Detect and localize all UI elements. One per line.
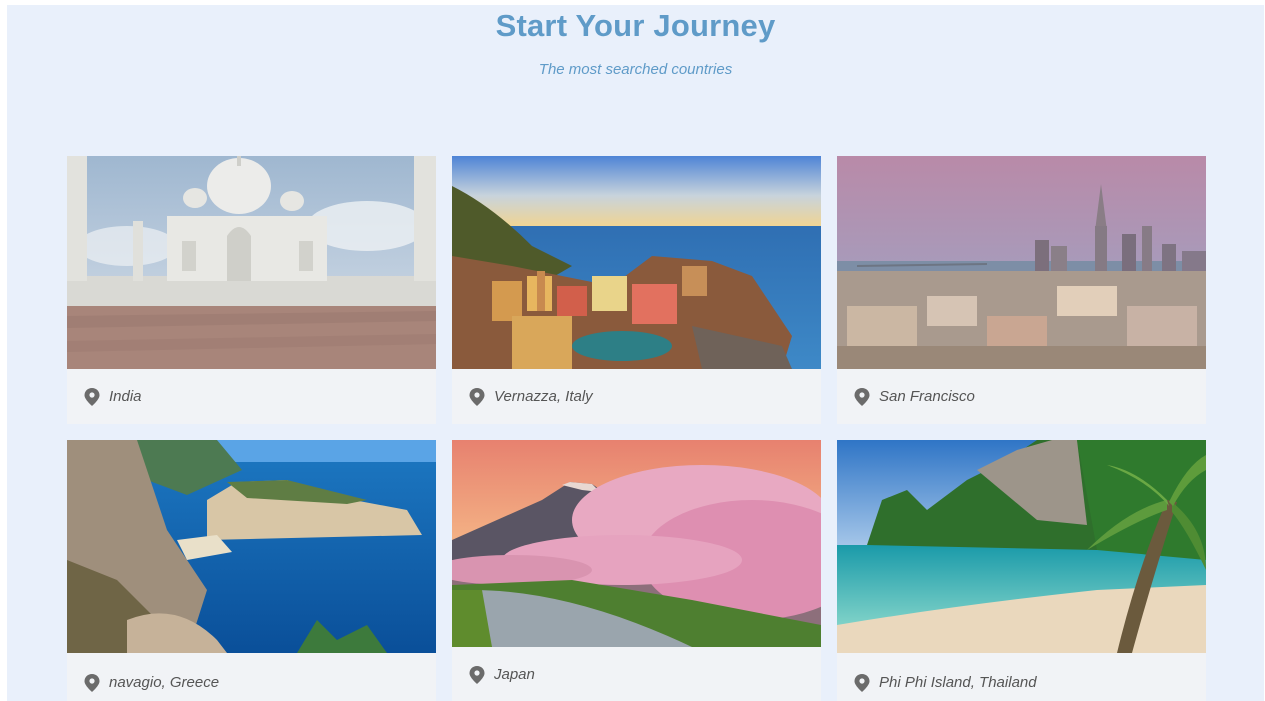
destination-name: India bbox=[109, 388, 142, 405]
location-pin-icon bbox=[84, 387, 100, 406]
destination-caption-greece: navagio, Greece bbox=[67, 653, 436, 701]
destination-card-japan[interactable]: Japan bbox=[452, 440, 821, 701]
page: Start Your Journey The most searched cou… bbox=[7, 5, 1264, 701]
destination-image-vernazza[interactable] bbox=[452, 156, 821, 369]
destination-image-thailand[interactable] bbox=[837, 440, 1206, 653]
destination-card-vernazza[interactable]: Vernazza, Italy bbox=[452, 156, 821, 424]
destination-image-india[interactable] bbox=[67, 156, 436, 369]
location-pin-icon bbox=[469, 666, 485, 684]
destination-image-japan[interactable] bbox=[452, 440, 821, 647]
destination-card-san-francisco[interactable]: San Francisco bbox=[837, 156, 1206, 424]
destination-card-greece[interactable]: navagio, Greece bbox=[67, 440, 436, 701]
destination-name: Vernazza, Italy bbox=[494, 388, 593, 405]
destination-card-thailand[interactable]: Phi Phi Island, Thailand bbox=[837, 440, 1206, 701]
destination-caption-san-francisco: San Francisco bbox=[837, 369, 1206, 424]
location-pin-icon bbox=[854, 674, 870, 692]
destination-caption-japan: Japan bbox=[452, 647, 821, 701]
page-title: Start Your Journey bbox=[495, 8, 776, 43]
location-pin-icon bbox=[854, 387, 870, 406]
location-pin-icon bbox=[84, 674, 100, 692]
destination-name: San Francisco bbox=[879, 388, 975, 405]
page-subtitle: The most searched countries bbox=[538, 61, 733, 78]
destination-caption-thailand: Phi Phi Island, Thailand bbox=[837, 653, 1206, 701]
destination-name: navagio, Greece bbox=[109, 674, 220, 691]
destination-image-san-francisco[interactable] bbox=[837, 156, 1206, 369]
destination-caption-india: India bbox=[67, 369, 436, 424]
destination-card-india[interactable]: India bbox=[67, 156, 436, 424]
destination-name: Phi Phi Island, Thailand bbox=[879, 674, 1037, 691]
destination-image-greece[interactable] bbox=[67, 440, 436, 653]
location-pin-icon bbox=[469, 387, 485, 406]
destination-caption-vernazza: Vernazza, Italy bbox=[452, 369, 821, 424]
destination-name: Japan bbox=[494, 666, 535, 683]
